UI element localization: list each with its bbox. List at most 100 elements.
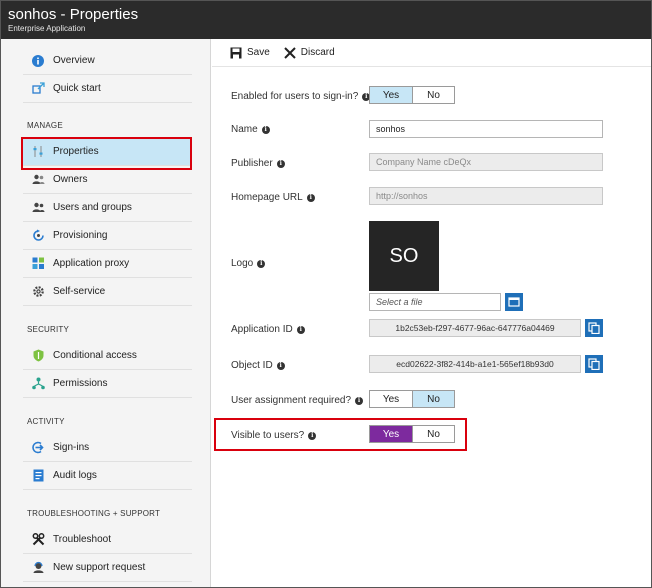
app-id-label-text: Application ID	[231, 324, 293, 335]
sidebar-item-sign-ins[interactable]: Sign-ins	[23, 434, 192, 462]
app-logo: SO	[369, 221, 439, 291]
sidebar-item-label: New support request	[53, 562, 146, 573]
sidebar-item-label: Quick start	[53, 83, 101, 94]
visible-toggle[interactable]: Yes No	[369, 425, 455, 443]
section-title-security: SECURITY	[27, 325, 70, 334]
homepage-label-text: Homepage URL	[231, 192, 303, 203]
save-button[interactable]: Save	[230, 47, 270, 59]
wrench-icon	[31, 533, 45, 547]
gear-icon	[31, 285, 45, 299]
enabled-label-text: Enabled for users to sign-in?	[231, 91, 359, 102]
sidebar-item-label: Overview	[53, 55, 95, 66]
discard-button[interactable]: Discard	[284, 46, 335, 59]
publisher-label: Publisher i	[231, 158, 285, 169]
page-subtitle: Enterprise Application	[8, 24, 86, 33]
sidebar-item-self-service[interactable]: Self-service	[23, 278, 192, 306]
visible-label-text: Visible to users?	[231, 430, 305, 441]
publisher-label-text: Publisher	[231, 158, 273, 169]
sidebar-item-label: Audit logs	[53, 470, 97, 481]
logo-label: Logo i	[231, 258, 266, 269]
visible-label: Visible to users? i	[231, 430, 317, 441]
sidebar-item-new-support-request[interactable]: New support request	[23, 554, 192, 582]
sidebar-item-label: Permissions	[53, 378, 108, 389]
toolbar: Save Discard	[212, 39, 651, 67]
sidebar-item-properties[interactable]: Properties	[23, 138, 192, 166]
name-field[interactable]: sonhos	[369, 120, 603, 138]
logo-label-text: Logo	[231, 258, 254, 269]
object-id-field[interactable]: ecd02622-3f82-414b-a1e1-565ef18b93d0	[369, 355, 581, 373]
properties-window: sonhos - Properties Enterprise Applicati…	[0, 0, 652, 588]
publisher-field: Company Name cDeQx	[369, 153, 603, 171]
close-icon	[284, 46, 296, 59]
sidebar-item-troubleshoot[interactable]: Troubleshoot	[23, 526, 192, 554]
sidebar-item-application-proxy[interactable]: Application proxy	[23, 250, 192, 278]
discard-label: Discard	[300, 47, 335, 58]
info-icon: i	[276, 159, 285, 168]
copy-icon	[588, 358, 600, 370]
audit-log-icon	[31, 469, 45, 483]
save-icon	[230, 47, 242, 59]
sidebar-item-audit-logs[interactable]: Audit logs	[23, 462, 192, 490]
properties-panel: Save Discard Enabled for users to sign-i…	[212, 39, 651, 587]
sidebar-item-label: Provisioning	[53, 230, 108, 241]
sidebar-item-conditional-access[interactable]: Conditional access	[23, 342, 192, 370]
sidebar-item-label: Self-service	[53, 286, 106, 297]
sidebar-item-label: Sign-ins	[53, 442, 90, 453]
name-label: Name i	[231, 124, 270, 135]
info-icon: i	[355, 396, 364, 405]
copy-object-id-button[interactable]	[585, 355, 603, 373]
sidebar: Overview Quick start MANAGE Properties O…	[1, 39, 211, 587]
folder-icon	[508, 297, 520, 307]
people-icon	[31, 173, 45, 187]
sidebar-item-provisioning[interactable]: Provisioning	[23, 222, 192, 250]
info-icon: i	[261, 125, 270, 134]
users-icon	[31, 201, 45, 215]
sliders-icon	[31, 145, 45, 159]
logo-file-input[interactable]: Select a file	[369, 293, 501, 311]
app-id-label: Application ID i	[231, 324, 305, 335]
object-id-label: Object ID i	[231, 360, 285, 371]
enabled-no-option[interactable]: No	[412, 87, 454, 103]
sidebar-item-permissions[interactable]: Permissions	[23, 370, 192, 398]
enabled-yes-option[interactable]: Yes	[370, 87, 412, 103]
sidebar-item-label: Troubleshoot	[53, 534, 111, 545]
object-id-label-text: Object ID	[231, 360, 273, 371]
browse-file-button[interactable]	[505, 293, 523, 311]
assignment-label: User assignment required? i	[231, 395, 364, 406]
assignment-label-text: User assignment required?	[231, 395, 352, 406]
name-label-text: Name	[231, 124, 258, 135]
enabled-toggle[interactable]: Yes No	[369, 86, 455, 104]
info-icon	[31, 54, 45, 68]
homepage-field: http://sonhos	[369, 187, 603, 205]
sign-in-icon	[31, 441, 45, 455]
sidebar-item-label: Properties	[53, 146, 99, 157]
visible-yes-option[interactable]: Yes	[370, 426, 412, 442]
info-icon: i	[276, 361, 285, 370]
info-icon: i	[308, 431, 317, 440]
permissions-icon	[31, 377, 45, 391]
support-icon	[31, 561, 45, 575]
save-label: Save	[247, 47, 270, 58]
assignment-yes-option[interactable]: Yes	[370, 391, 412, 407]
copy-app-id-button[interactable]	[585, 319, 603, 337]
assignment-no-option[interactable]: No	[412, 391, 454, 407]
sidebar-item-quick-start[interactable]: Quick start	[23, 75, 192, 103]
sidebar-item-owners[interactable]: Owners	[23, 166, 192, 194]
section-title-manage: MANAGE	[27, 121, 63, 130]
quick-start-icon	[31, 82, 45, 96]
section-title-troubleshooting: TROUBLESHOOTING + SUPPORT	[27, 509, 161, 518]
provisioning-icon	[31, 229, 45, 243]
app-id-field[interactable]: 1b2c53eb-f297-4677-96ac-647776a04469	[369, 319, 581, 337]
sidebar-item-label: Users and groups	[53, 202, 132, 213]
shield-icon	[31, 349, 45, 363]
visible-no-option[interactable]: No	[412, 426, 454, 442]
sidebar-item-users-and-groups[interactable]: Users and groups	[23, 194, 192, 222]
assignment-toggle[interactable]: Yes No	[369, 390, 455, 408]
enabled-label: Enabled for users to sign-in? i	[231, 91, 371, 102]
sidebar-item-overview[interactable]: Overview	[23, 47, 192, 75]
info-icon: i	[257, 259, 266, 268]
app-proxy-icon	[31, 257, 45, 271]
homepage-label: Homepage URL i	[231, 192, 315, 203]
info-icon: i	[296, 325, 305, 334]
page-title: sonhos - Properties	[8, 6, 139, 23]
